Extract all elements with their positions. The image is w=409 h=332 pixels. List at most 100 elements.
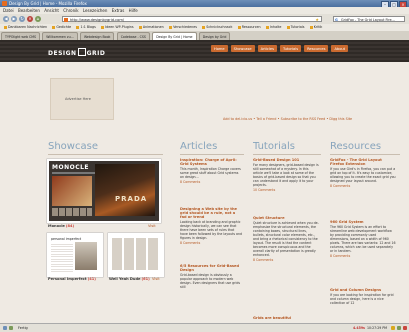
browser-tab[interactable]: Webdesign Book (79, 32, 115, 40)
tutorial-title[interactable]: Grid-Based Design 101 (253, 158, 319, 162)
tutorial-entry: Quiet Structure Quiet structure is achie… (253, 216, 319, 262)
search-input-value: GridFox - The Grid Layout Fire... (341, 18, 395, 22)
visit-link[interactable]: Visit (152, 277, 160, 281)
comments-link[interactable]: 8 Comments (330, 184, 396, 188)
bookmark-item[interactable]: Verschiedenes (169, 24, 197, 31)
menu-lesezeichen[interactable]: Lesezeichen (83, 7, 108, 14)
bookmark-item[interactable]: Animationen (139, 24, 164, 31)
showcase-caption: Personal Imperfect(41) (48, 277, 96, 281)
menu-hilfe[interactable]: Hilfe (129, 7, 138, 14)
address-bar[interactable]: http://www.designbygrid.com/ ★ (62, 16, 322, 22)
bookmark-item[interactable]: Ideen WP-Plugins (101, 24, 133, 31)
addon-icon[interactable] (9, 326, 13, 330)
bookmark-item[interactable]: Dankbaren Nachrichten (4, 24, 47, 31)
nav-home[interactable]: Home (211, 45, 228, 52)
ad-box[interactable]: Advertise Here (50, 78, 114, 120)
showcase-name[interactable]: Monocle (48, 224, 65, 228)
nav-articles[interactable]: Articles (257, 45, 277, 52)
bookmark-item[interactable]: Ressourcen (238, 24, 261, 31)
nav-about[interactable]: About (331, 45, 349, 52)
thumbnail-image (95, 164, 155, 216)
comments-link[interactable]: 8 Comments (330, 254, 396, 258)
home-icon[interactable]: ⌂ (35, 16, 41, 22)
resource-excerpt: If you use Gird's in Firefox, you can pu… (330, 166, 396, 184)
thumbnail-word: PRADA (115, 195, 148, 203)
resource-title[interactable]: 960 Grid System (330, 220, 396, 224)
nav-tutorials[interactable]: Tutorials (280, 45, 302, 52)
google-icon: G (335, 18, 338, 22)
article-title[interactable]: Designing a Web site by the grid should … (180, 207, 242, 220)
logo-text-grid: GRID (86, 50, 106, 57)
tutorial-title[interactable]: Grids are beautiful (253, 316, 319, 320)
addon-icon[interactable] (403, 326, 407, 330)
bookmark-star-icon[interactable]: ★ (315, 17, 319, 23)
showcase-name[interactable]: Well Yeah Dude (109, 277, 140, 281)
article-title[interactable]: Inspiration: Charge of April: Grid Syste… (180, 158, 242, 166)
showcase-heading[interactable]: Showcase (48, 141, 163, 152)
search-input[interactable]: G GridFox - The Grid Layout Fire... (333, 16, 405, 22)
tutorial-excerpt: Quiet structure is achieved when you de-… (253, 220, 319, 258)
nav-showcase[interactable]: Showcase (230, 45, 255, 52)
nav-resources[interactable]: Resources (304, 45, 329, 52)
showcase-name[interactable]: Personal Imperfect (48, 277, 87, 281)
showcase-thumbnail[interactable]: MONOCLE PRADA (47, 159, 161, 223)
addon-icon[interactable] (3, 326, 7, 330)
window-titlebar: Design By Grid | Home - Mozilla Firefox … (0, 0, 409, 8)
comments-link[interactable]: 8 Comments (180, 241, 242, 245)
menu-chronik[interactable]: Chronik (63, 7, 78, 14)
article-excerpt: Looking back at branding and graphic des… (180, 220, 242, 241)
site-header: DESIGN GRID Home Showcase Articles Tutori… (0, 40, 409, 62)
browser-tab[interactable]: TYPOlight web CMS (1, 32, 41, 40)
browser-tab[interactable]: Design by Grid (198, 32, 231, 40)
thumbnail-image (112, 238, 158, 270)
stop-icon[interactable]: × (27, 16, 33, 22)
browser-tab[interactable]: Willkommen zu... (42, 32, 78, 40)
article-title[interactable]: 6/5 Resources for Grid-Based Design (180, 264, 242, 272)
menu-ansicht[interactable]: Ansicht (44, 7, 59, 14)
article-excerpt: Grid-based design is obviously a popular… (180, 272, 241, 290)
thumbnail-brand: MONOCLE (52, 164, 90, 171)
bookmark-item[interactable]: Schnickschnack (202, 24, 232, 31)
showcase-thumbnail[interactable]: personal imperfect (47, 233, 103, 277)
tutorial-entry: Grid-Based Design 101 For many designers… (253, 158, 319, 192)
resource-title[interactable]: GridFox - The Grid Layout Firefox Extens… (330, 158, 396, 166)
bookmark-item[interactable]: 1:1 Blogs (76, 24, 95, 31)
thumbnail-image (75, 242, 97, 270)
tutorials-heading[interactable]: Tutorials (253, 141, 295, 152)
load-time: 4.459s (352, 326, 365, 330)
article-entry: Inspiration: Charge of April: Grid Syste… (180, 158, 242, 184)
showcase-count: (41) (87, 277, 96, 281)
thumbnail-text (51, 242, 73, 272)
menu-bearbeiten[interactable]: Bearbeiten (18, 7, 40, 14)
visit-link[interactable]: Visit (148, 224, 156, 228)
comments-link[interactable]: 8 Comments (180, 180, 242, 184)
comments-link[interactable]: 8 Comments (253, 258, 319, 262)
showcase-count: (84) (65, 224, 75, 228)
tutorial-title[interactable]: Quiet Structure (253, 216, 319, 220)
bookmark-item[interactable]: Gedichte (52, 24, 71, 31)
comments-link[interactable]: 10 Comments (253, 188, 319, 192)
browser-tab-active[interactable]: Design By Grid | Home (152, 32, 197, 40)
browser-tab[interactable]: Codebase - CSS (116, 32, 150, 40)
articles-heading[interactable]: Articles (180, 141, 217, 152)
reload-icon[interactable]: ↻ (19, 16, 25, 22)
resource-entry: GridFox - The Grid Layout Firefox Extens… (330, 158, 396, 188)
addon-icon[interactable] (397, 326, 401, 330)
share-links[interactable]: Add to del.icio.us • Tell a Friend • Sub… (223, 117, 352, 121)
menu-datei[interactable]: Datei (3, 7, 14, 14)
resources-heading[interactable]: Resources (330, 141, 381, 152)
tab-strip: TYPOlight web CMS Willkommen zu... Webde… (0, 31, 409, 40)
addon-icon[interactable] (391, 326, 395, 330)
page-content: DESIGN GRID Home Showcase Articles Tutori… (0, 40, 409, 323)
resource-title[interactable]: Grid and Column Designs (330, 288, 396, 292)
bookmark-item[interactable]: Tutorials (287, 24, 305, 31)
menu-extras[interactable]: Extras (112, 7, 125, 14)
site-logo[interactable]: DESIGN GRID (48, 48, 105, 57)
bookmark-item[interactable]: Inhalte (266, 24, 281, 31)
back-icon[interactable]: ◀ (3, 16, 9, 22)
resource-entry: 960 Grid System The 960 Grid System is a… (330, 220, 396, 258)
bookmark-item[interactable]: Kritik (310, 24, 323, 31)
forward-icon[interactable]: ▶ (11, 16, 17, 22)
showcase-thumbnail[interactable] (108, 233, 164, 277)
article-excerpt: This month, Inspiration Charge covers so… (180, 166, 241, 180)
